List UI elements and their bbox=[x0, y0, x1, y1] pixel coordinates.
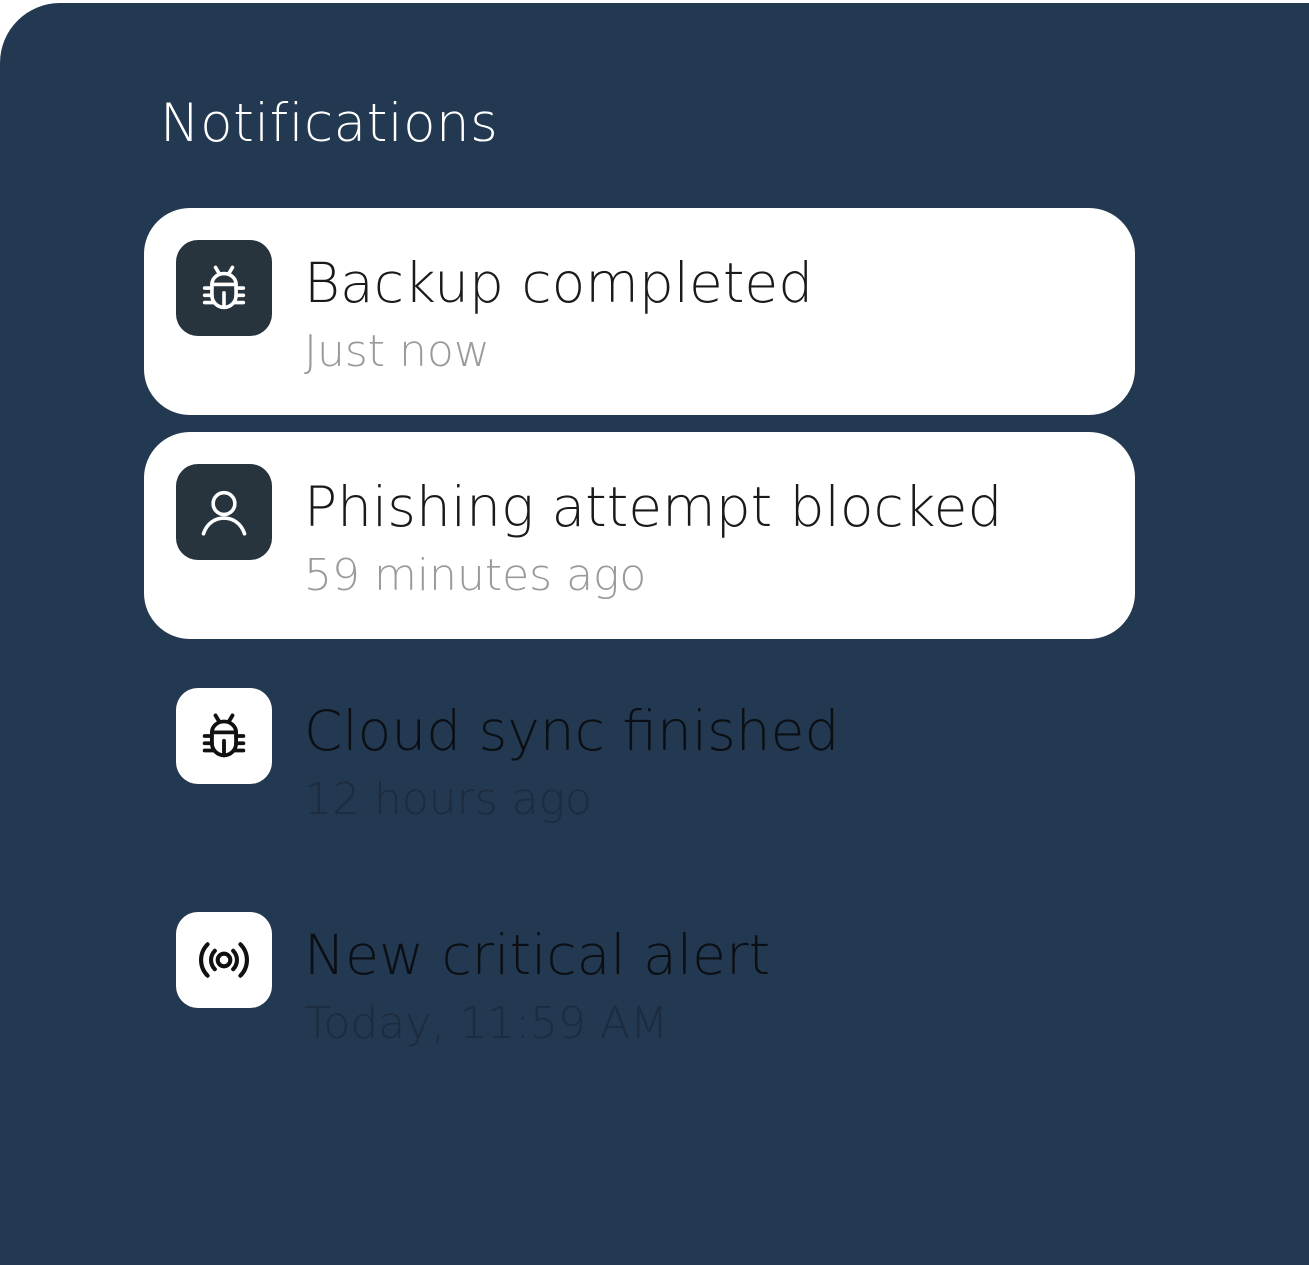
notifications-panel: Notifications Backup completed Just now bbox=[0, 3, 1309, 1265]
broadcast-icon bbox=[176, 912, 272, 1008]
bug-icon bbox=[176, 240, 272, 336]
notification-item[interactable]: Cloud sync finished 12 hours ago bbox=[144, 656, 1135, 863]
notification-title: New critical alert bbox=[304, 923, 771, 987]
user-icon bbox=[176, 464, 272, 560]
notification-timestamp: Just now bbox=[304, 326, 490, 377]
notification-title: Phishing attempt blocked bbox=[304, 475, 1003, 539]
notification-title: Cloud sync finished bbox=[304, 699, 840, 763]
notification-timestamp: 12 hours ago bbox=[304, 774, 592, 825]
notification-timestamp: 59 minutes ago bbox=[304, 550, 647, 601]
panel-title: Notifications bbox=[160, 93, 499, 154]
notification-timestamp: Today, 11:59 AM bbox=[304, 998, 669, 1049]
bug-icon bbox=[176, 688, 272, 784]
notification-item[interactable]: Phishing attempt blocked 59 minutes ago bbox=[144, 432, 1135, 639]
notification-item[interactable]: Backup completed Just now bbox=[144, 208, 1135, 415]
notification-title: Backup completed bbox=[304, 251, 814, 315]
notification-item[interactable]: New critical alert Today, 11:59 AM bbox=[144, 880, 1135, 1087]
